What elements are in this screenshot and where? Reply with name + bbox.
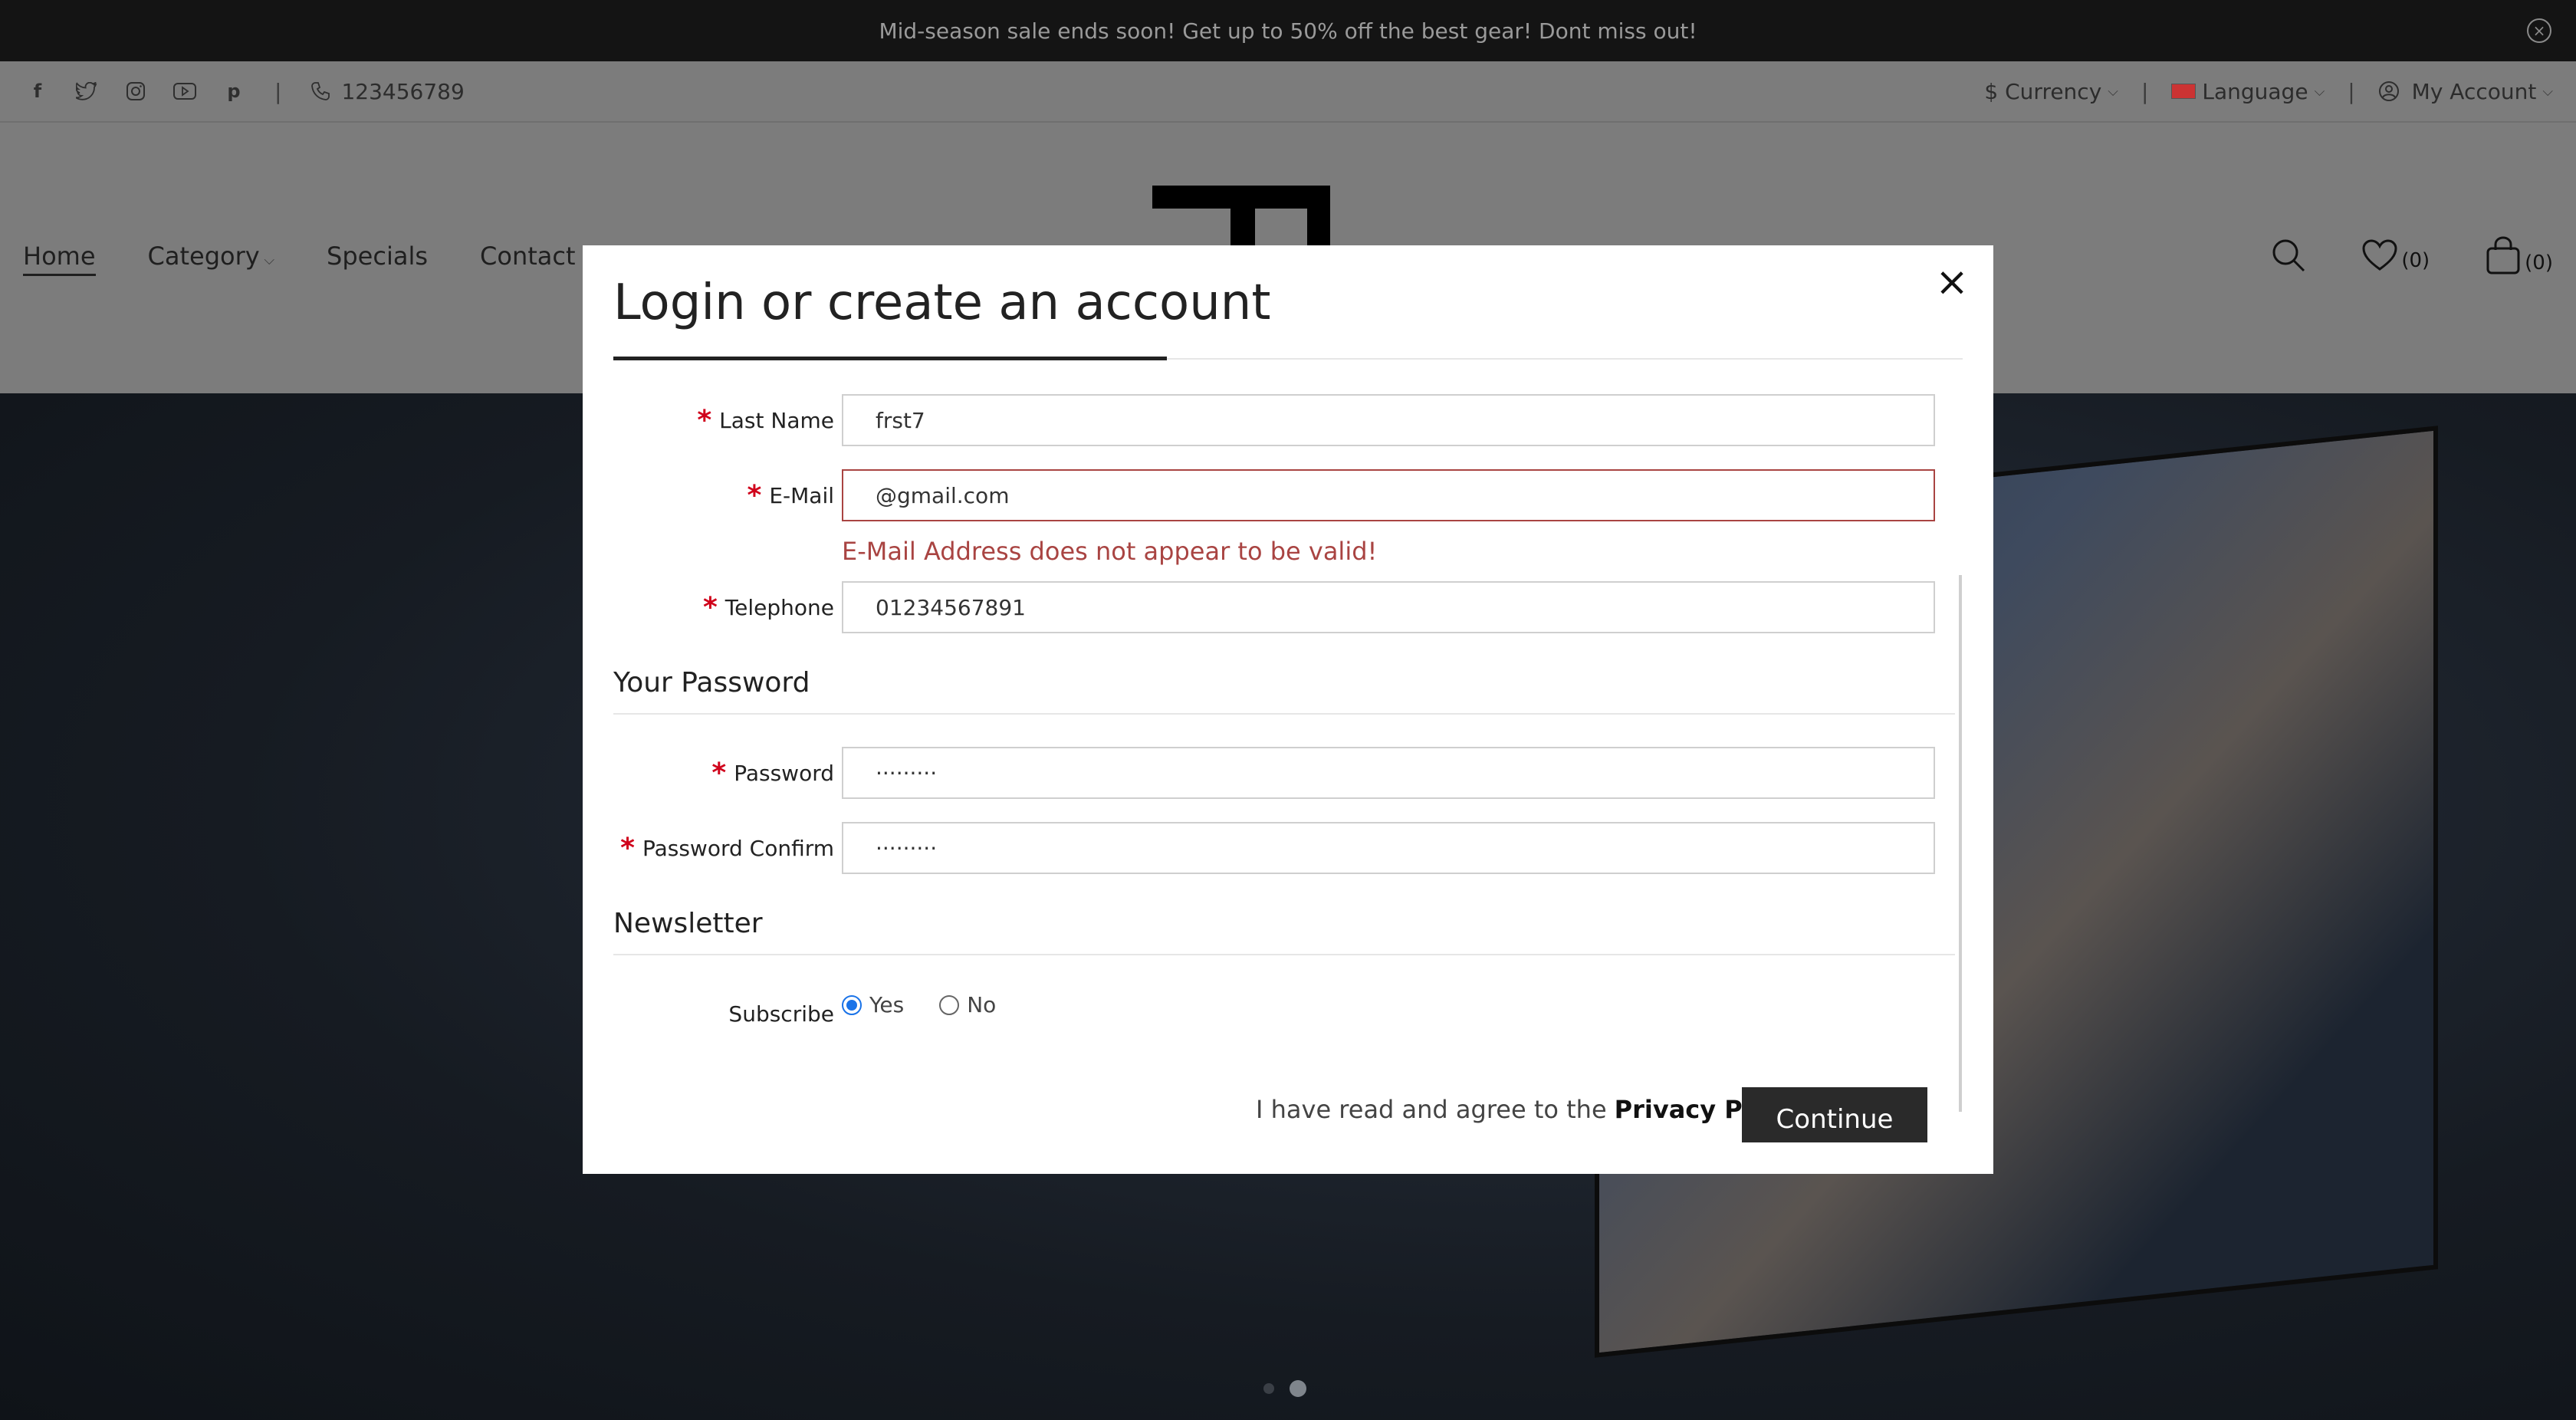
announcement-text: Mid-season sale ends soon! Get up to 50%…	[879, 18, 1697, 44]
user-icon	[2378, 81, 2399, 101]
nav-item-home[interactable]: Home	[23, 242, 96, 276]
subscribe-label: Subscribe	[728, 1001, 834, 1027]
email-error-message: E-Mail Address does not appear to be val…	[842, 537, 1378, 566]
continue-button[interactable]: Continue	[1742, 1087, 1927, 1142]
email-label-text: E-Mail	[769, 482, 834, 508]
password-confirm-label-text: Password Confirm	[642, 835, 834, 861]
password-confirm-row: * Password Confirm ·········	[583, 822, 1963, 874]
required-marker: *	[697, 404, 712, 436]
required-marker: *	[747, 479, 762, 511]
search-icon	[2272, 239, 2305, 272]
carousel-dot[interactable]	[1263, 1383, 1274, 1394]
close-announcement-icon[interactable]: ×	[2527, 18, 2551, 43]
cart-button[interactable]: (0)	[2485, 236, 2553, 274]
radio-no-label: No	[967, 992, 997, 1017]
phone-link[interactable]: 123456789	[310, 78, 465, 104]
account-label: My Account	[2411, 78, 2537, 104]
email-field[interactable]: @gmail.com	[842, 469, 1935, 521]
currency-dropdown[interactable]: $ Currency ⌵	[1984, 79, 2118, 104]
pinterest-icon[interactable]: p	[222, 80, 245, 103]
required-marker: *	[702, 591, 718, 623]
divider	[613, 713, 1955, 715]
wishlist-count: (0)	[2401, 249, 2430, 272]
youtube-icon[interactable]	[173, 80, 196, 103]
flag-icon	[2171, 84, 2196, 99]
chevron-down-icon: ⌵	[2542, 83, 2553, 100]
subscribe-no-option[interactable]: No	[939, 992, 996, 1017]
telephone-field[interactable]: 01234567891	[842, 581, 1935, 633]
twitter-icon[interactable]	[75, 80, 98, 103]
subscribe-options: Yes No	[842, 992, 1019, 1017]
telephone-label-text: Telephone	[724, 594, 834, 620]
nav-item-specials[interactable]: Specials	[327, 242, 428, 276]
announcement-bar: Mid-season sale ends soon! Get up to 50%…	[0, 0, 2576, 61]
separator: |	[2348, 78, 2355, 104]
agree-text: I have read and agree to the	[1256, 1095, 1607, 1124]
language-label: Language	[2202, 78, 2308, 104]
separator: |	[2141, 78, 2149, 104]
currency-label: $ Currency	[1984, 78, 2102, 104]
heart-icon	[2362, 239, 2397, 271]
password-section-title: Your Password	[613, 667, 810, 698]
logo-part	[1230, 186, 1255, 247]
separator: |	[274, 78, 282, 104]
phone-number: 123456789	[341, 78, 465, 104]
search-button[interactable]	[2271, 238, 2306, 273]
privacy-agreement: I have read and agree to the Privacy Pol…	[1256, 1095, 1827, 1124]
cart-count: (0)	[2525, 251, 2553, 274]
required-marker: *	[711, 757, 727, 789]
divider	[613, 954, 1955, 955]
radio-yes[interactable]	[842, 994, 862, 1015]
password-confirm-field[interactable]: ·········	[842, 822, 1935, 874]
modal-title: Login or create an account	[613, 274, 1271, 331]
login-modal: Login or create an account × * Last Name …	[583, 245, 1993, 1174]
chevron-down-icon: ⌵	[259, 252, 275, 268]
telephone-row: * Telephone 01234567891	[583, 581, 1963, 633]
last-name-label-text: Last Name	[719, 407, 834, 433]
top-right-menu: $ Currency ⌵ | Language ⌵ | My Account ⌵	[1984, 79, 2553, 104]
radio-yes-label: Yes	[869, 992, 905, 1017]
last-name-field[interactable]: frst7	[842, 394, 1935, 446]
instagram-icon[interactable]	[124, 80, 147, 103]
logo-part	[1307, 186, 1330, 247]
email-label: * E-Mail	[748, 469, 835, 521]
telephone-label: * Telephone	[703, 581, 834, 633]
language-dropdown[interactable]: Language ⌵	[2171, 79, 2325, 104]
password-label-text: Password	[734, 760, 834, 786]
main-nav: Home Category ⌵ Specials Contact Us	[23, 242, 614, 276]
nav-item-category[interactable]: Category ⌵	[148, 242, 275, 276]
required-marker: *	[620, 832, 635, 864]
bag-icon	[2486, 236, 2520, 274]
top-utility-bar: f p | 123456789 $ Currency ⌵ | Language …	[0, 61, 2576, 123]
header-icons: (0) (0)	[2271, 236, 2553, 274]
radio-no[interactable]	[939, 994, 960, 1015]
newsletter-section-title: Newsletter	[613, 908, 763, 939]
wishlist-button[interactable]: (0)	[2361, 238, 2430, 272]
password-label: * Password	[711, 747, 834, 799]
password-row: * Password ·········	[583, 747, 1963, 799]
chevron-down-icon: ⌵	[2314, 83, 2325, 100]
subscribe-yes-option[interactable]: Yes	[842, 992, 904, 1017]
email-row: * E-Mail @gmail.com	[583, 469, 1963, 521]
subscribe-row: Subscribe	[583, 988, 1963, 1040]
title-underline	[613, 357, 1167, 360]
password-field[interactable]: ·········	[842, 747, 1935, 799]
phone-icon	[311, 82, 330, 100]
chevron-down-icon: ⌵	[2108, 83, 2118, 100]
close-icon[interactable]: ×	[1930, 261, 1973, 304]
facebook-icon[interactable]: f	[26, 80, 49, 103]
nav-item-category-label: Category	[147, 242, 260, 271]
last-name-row: * Last Name frst7	[583, 394, 1963, 446]
password-confirm-label: * Password Confirm	[620, 822, 834, 874]
account-dropdown[interactable]: My Account ⌵	[2378, 79, 2553, 104]
carousel-dot-active[interactable]	[1290, 1380, 1306, 1397]
carousel-dots	[1263, 1380, 1306, 1397]
social-links: f p	[26, 80, 245, 103]
last-name-label: * Last Name	[697, 394, 834, 446]
